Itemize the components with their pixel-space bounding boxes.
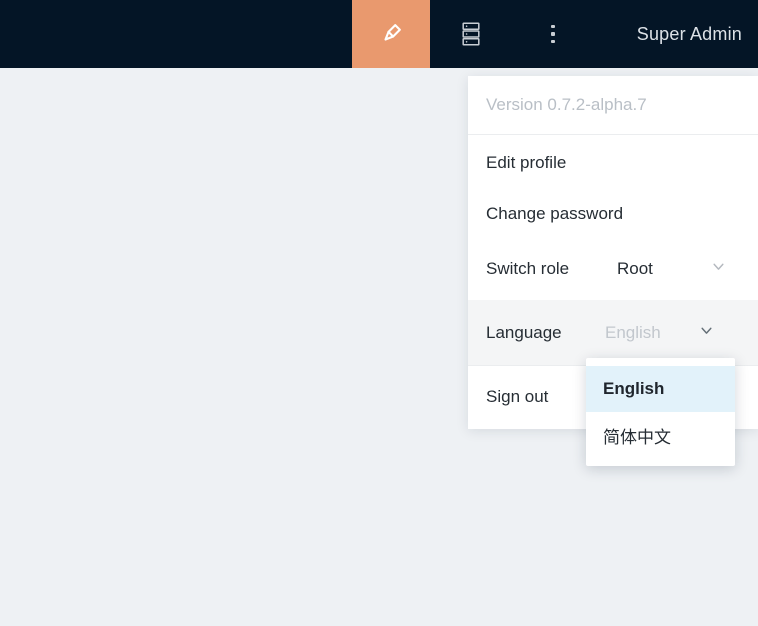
language-value[interactable]: English	[605, 323, 661, 343]
chevron-down-icon	[699, 323, 714, 343]
highlighter-icon	[376, 19, 406, 49]
menu-item-change-password[interactable]: Change password	[468, 190, 758, 238]
server-icon	[460, 21, 482, 47]
active-tool-tile[interactable]	[352, 0, 430, 68]
switch-role-value[interactable]: Root	[617, 259, 653, 279]
overflow-menu-button[interactable]	[535, 0, 571, 68]
language-label: Language	[486, 322, 562, 342]
version-info: Version 0.7.2-alpha.7	[468, 76, 758, 135]
kebab-menu-icon	[551, 24, 555, 44]
language-submenu: English 简体中文	[586, 358, 735, 466]
menu-item-edit-profile[interactable]: Edit profile	[468, 135, 758, 190]
user-menu-trigger[interactable]: Super Admin	[637, 0, 742, 68]
language-option-english[interactable]: English	[586, 366, 735, 412]
switch-role-label: Switch role	[486, 259, 570, 278]
chevron-down-icon	[711, 259, 726, 279]
menu-item-language[interactable]: Language English	[468, 300, 758, 365]
top-navigation-bar: Super Admin	[0, 0, 758, 68]
server-menu-button[interactable]	[453, 0, 489, 68]
user-name: Super Admin	[636, 23, 742, 44]
language-option-simplified-chinese[interactable]: 简体中文	[586, 412, 735, 458]
menu-item-switch-role[interactable]: Switch role Root	[468, 238, 758, 300]
